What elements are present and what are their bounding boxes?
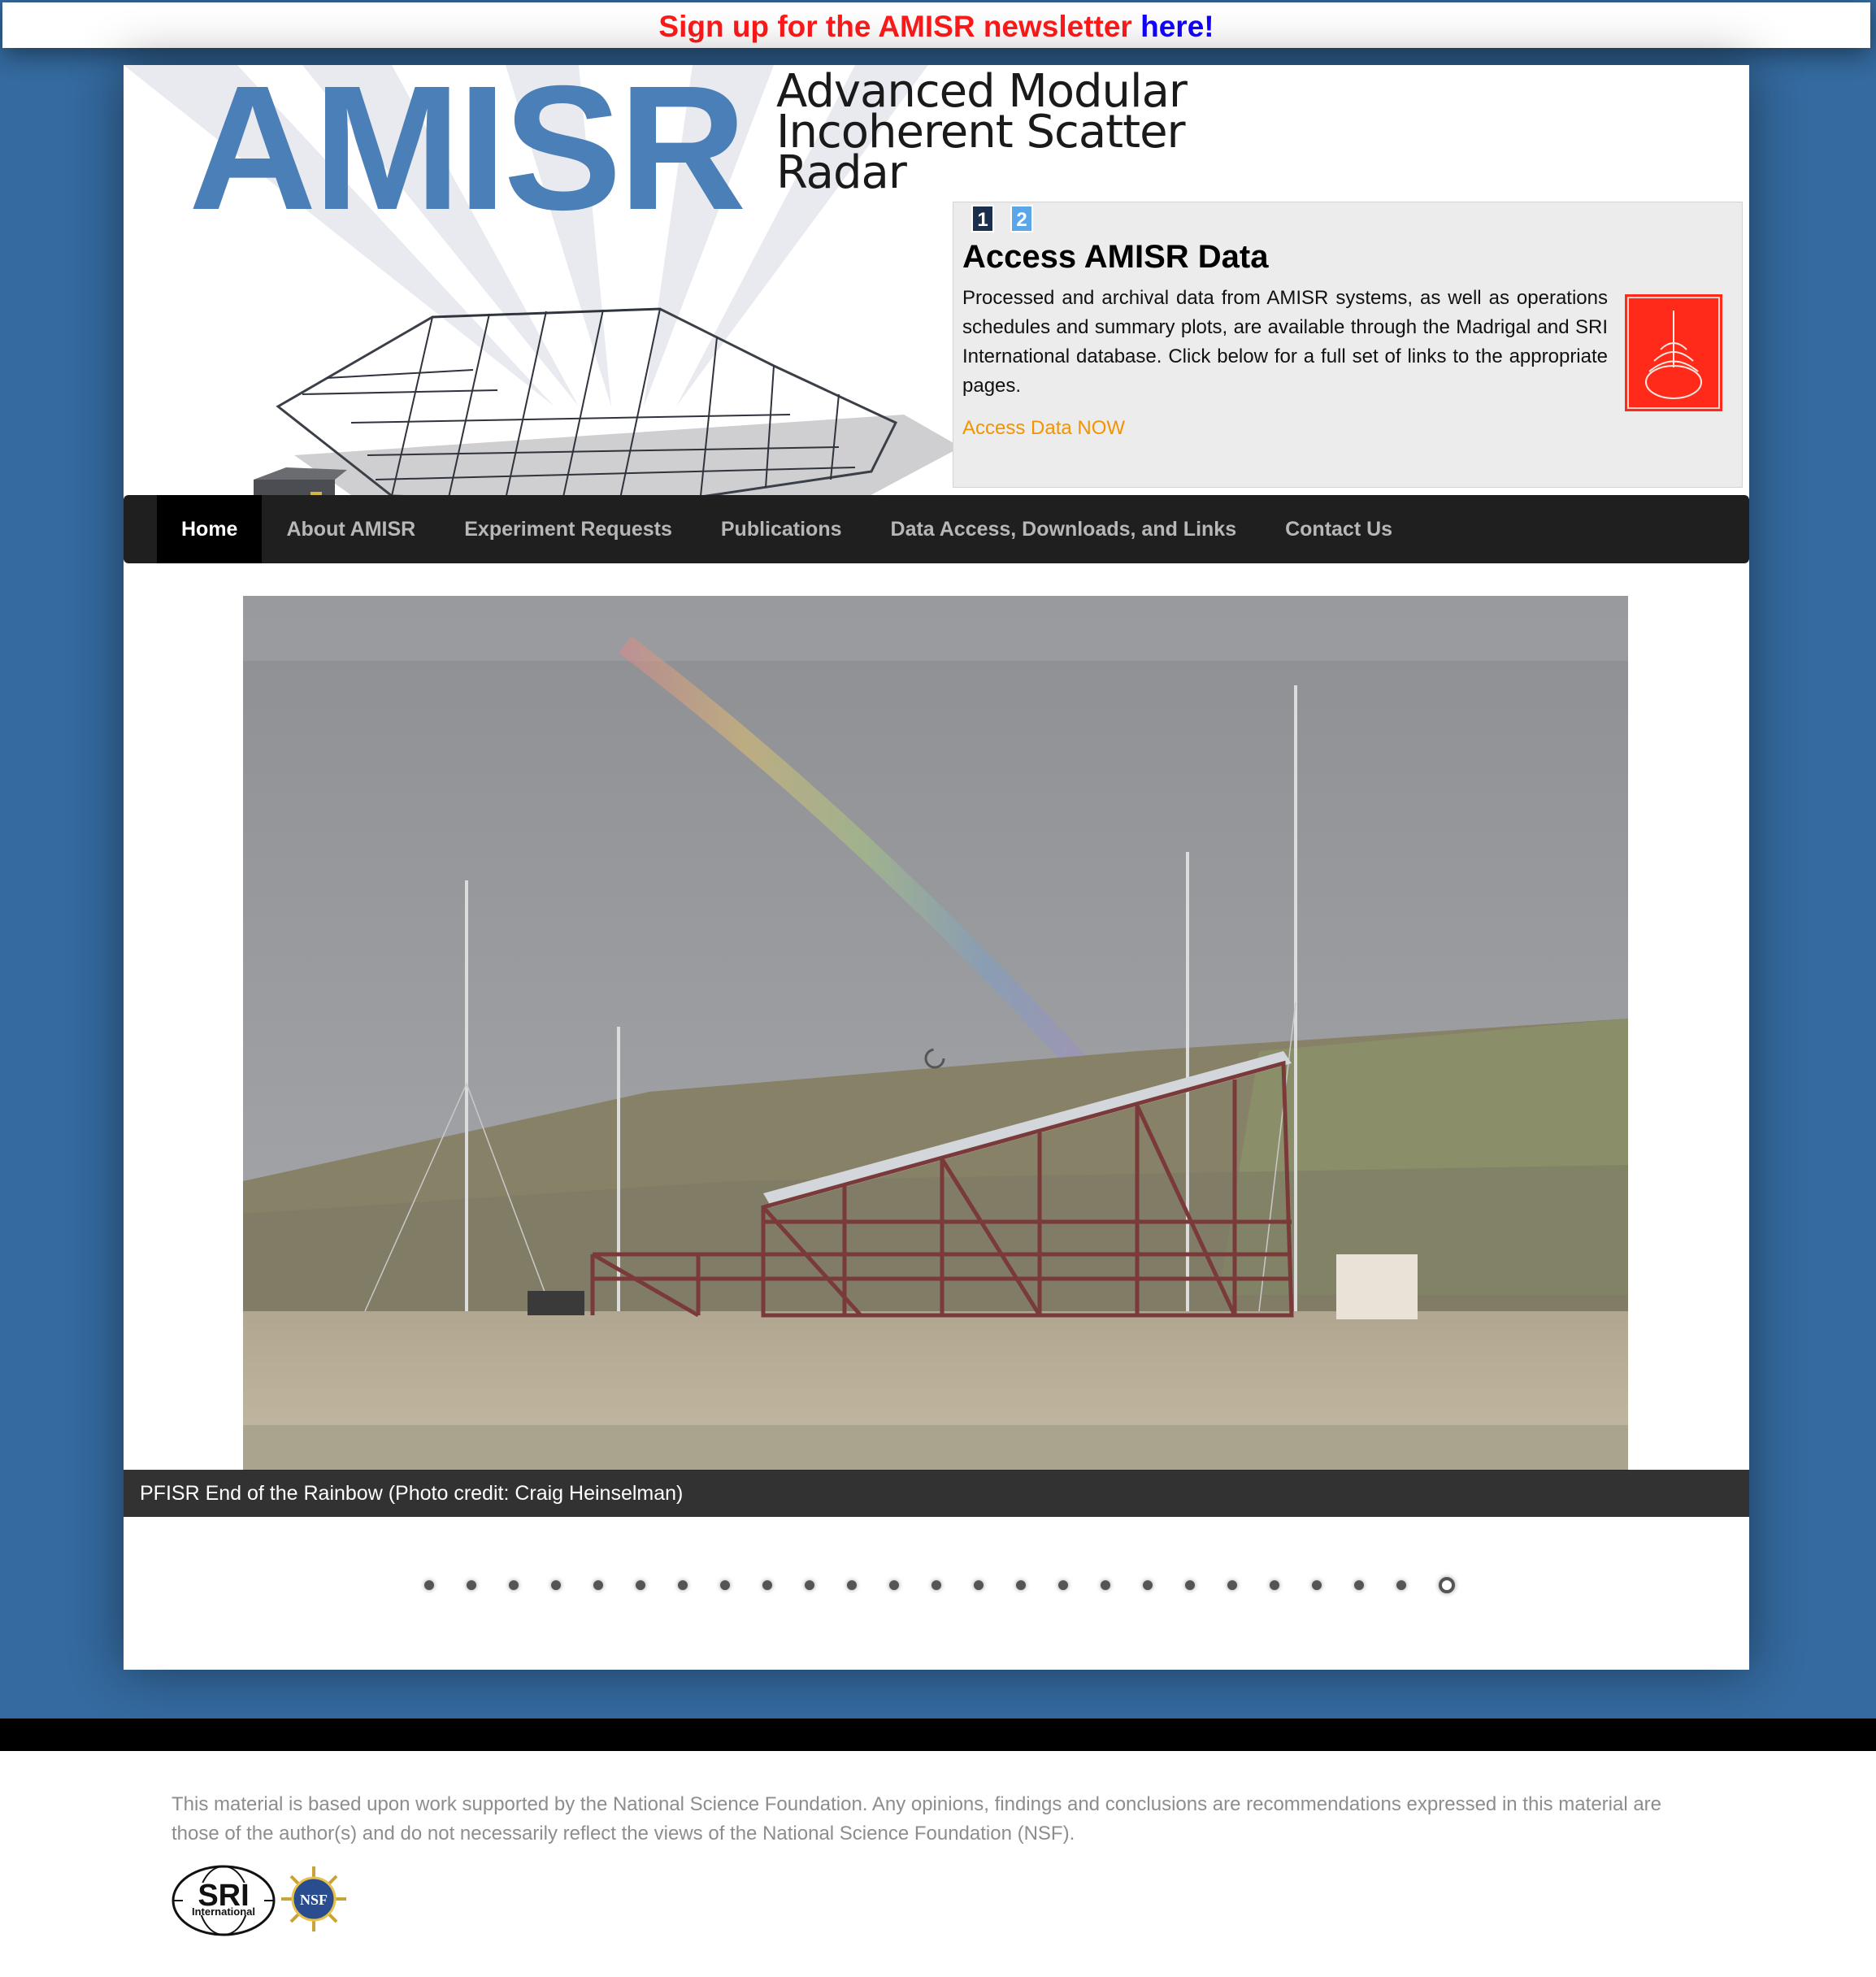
amisr-logo[interactable]: AMISR — [189, 65, 746, 237]
nav-items: Home About AMISR Experiment Requests Pub… — [157, 495, 1417, 563]
nsf-logo-text: NSF — [300, 1892, 328, 1908]
nsf-logo[interactable]: NSF — [280, 1865, 348, 1933]
newsletter-text: Sign up for the AMISR newsletter — [658, 10, 1132, 43]
slideshow-dot[interactable] — [720, 1580, 730, 1590]
slideshow-dot[interactable] — [974, 1580, 984, 1590]
nav-item-data-access[interactable]: Data Access, Downloads, and Links — [866, 495, 1262, 563]
sri-logo[interactable]: SRI International — [172, 1865, 276, 1936]
slideshow-dot[interactable] — [467, 1580, 476, 1590]
slideshow-dot[interactable] — [1016, 1580, 1026, 1590]
slideshow-dot[interactable] — [1143, 1580, 1153, 1590]
slideshow-dot[interactable] — [678, 1580, 688, 1590]
access-data-now-link[interactable]: Access Data NOW — [962, 417, 1125, 440]
panel-pager: 1 2 — [971, 205, 1033, 232]
slideshow-dot[interactable] — [424, 1580, 434, 1590]
slideshow-dot[interactable] — [1312, 1580, 1322, 1590]
nav-item-about[interactable]: About AMISR — [262, 495, 440, 563]
footer-divider — [0, 1718, 1876, 1751]
nav-item-publications[interactable]: Publications — [697, 495, 866, 563]
slideshow-dots — [424, 1577, 1455, 1593]
slideshow-dot[interactable] — [1101, 1580, 1110, 1590]
logo-subtitle: Advanced Modular Incoherent Scatter Rada… — [776, 69, 1188, 199]
pager-button-2[interactable]: 2 — [1010, 205, 1033, 232]
newsletter-banner: Sign up for the AMISR newsletter here! — [2, 2, 1870, 48]
loading-spinner-icon — [924, 1048, 945, 1069]
pager-button-1[interactable]: 1 — [971, 205, 994, 232]
slideshow-dot[interactable] — [931, 1580, 941, 1590]
slideshow-dot[interactable] — [1439, 1577, 1455, 1593]
slideshow-dot[interactable] — [1227, 1580, 1237, 1590]
slideshow-dot[interactable] — [1354, 1580, 1364, 1590]
footer: This material is based upon work support… — [0, 1751, 1876, 1977]
slideshow-dot[interactable] — [805, 1580, 814, 1590]
access-data-description: Processed and archival data from AMISR s… — [962, 287, 1608, 397]
slideshow-dot[interactable] — [1396, 1580, 1406, 1590]
slideshow-dot[interactable] — [636, 1580, 645, 1590]
slideshow-dot[interactable] — [889, 1580, 899, 1590]
access-data-panel: 1 2 Access AMISR Data Processed and arch… — [953, 202, 1743, 488]
slideshow-dot[interactable] — [509, 1580, 519, 1590]
newsletter-link[interactable]: here! — [1140, 10, 1214, 43]
slideshow-dot[interactable] — [1058, 1580, 1068, 1590]
footer-disclaimer: This material is based upon work support… — [172, 1793, 1662, 1844]
slideshow-image[interactable] — [243, 596, 1628, 1471]
main-navigation: Home About AMISR Experiment Requests Pub… — [124, 495, 1749, 563]
nav-item-home[interactable]: Home — [157, 495, 263, 563]
nav-item-contact[interactable]: Contact Us — [1261, 495, 1417, 563]
cedar-logo-icon[interactable] — [1625, 294, 1722, 411]
page-container: AMISR Advanced Modular Incoherent Scatte… — [124, 65, 1749, 1670]
slideshow-dot[interactable] — [551, 1580, 561, 1590]
access-data-title: Access AMISR Data — [962, 239, 1269, 275]
sri-logo-subtext: International — [192, 1905, 255, 1918]
header: AMISR Advanced Modular Incoherent Scatte… — [124, 65, 1749, 495]
radar-structure-illustration — [254, 307, 961, 495]
slideshow-dot[interactable] — [762, 1580, 772, 1590]
nav-item-experiment-requests[interactable]: Experiment Requests — [440, 495, 697, 563]
slideshow-dot[interactable] — [593, 1580, 603, 1590]
logo-subtitle-line: Radar — [776, 146, 907, 199]
slide-caption: PFISR End of the Rainbow (Photo credit: … — [124, 1470, 1749, 1517]
slideshow-dot[interactable] — [1270, 1580, 1279, 1590]
slideshow-dot[interactable] — [847, 1580, 857, 1590]
slideshow-dot[interactable] — [1185, 1580, 1195, 1590]
